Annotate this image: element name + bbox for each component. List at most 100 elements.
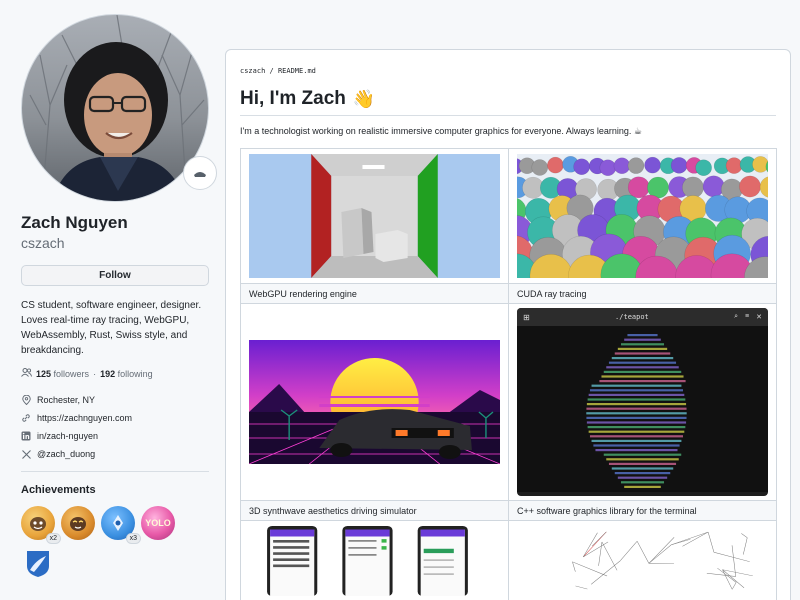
linkedin-link[interactable]: in/zach-nguyen xyxy=(37,431,98,441)
ascii-line-shape xyxy=(586,403,687,406)
sphere-shape xyxy=(627,157,645,174)
ascii-line-shape xyxy=(588,393,685,396)
starstruck-badge[interactable] xyxy=(61,506,95,540)
detail-location: Rochester, NY xyxy=(21,391,209,409)
project-cell-mobile xyxy=(240,520,509,600)
avatar-container xyxy=(21,14,217,202)
ascii-line-shape xyxy=(591,439,682,442)
ascii-line-shape xyxy=(624,338,661,341)
following-link[interactable]: 192 following xyxy=(100,369,153,379)
sphere-shape xyxy=(725,157,743,174)
close-icon[interactable]: ✕ xyxy=(756,313,762,321)
search-icon[interactable]: ⌕ xyxy=(734,313,738,321)
breadcrumb-user-link[interactable]: cszach xyxy=(240,67,265,75)
ascii-line-shape xyxy=(611,357,674,360)
profile-name: Zach Nguyen xyxy=(21,213,128,232)
following-count: 192 xyxy=(100,368,116,379)
project-caption: 3D synthwave aesthetics driving simulato… xyxy=(241,500,508,520)
ascii-line-shape xyxy=(601,375,684,378)
cuda-spheres-image[interactable] xyxy=(517,154,768,278)
followers-link[interactable]: 125 followers xyxy=(36,369,89,379)
breadcrumb: cszach / README.md xyxy=(240,67,316,75)
pull-shark-badge[interactable]: x2 xyxy=(21,506,61,544)
ascii-line-shape xyxy=(603,370,682,373)
x-icon xyxy=(21,449,31,459)
ascii-line-shape xyxy=(608,462,677,465)
detail-linkedin[interactable]: in/zach-nguyen xyxy=(21,427,209,445)
ascii-line-shape xyxy=(617,347,668,350)
ascii-line-shape xyxy=(603,453,682,456)
project-cell-map xyxy=(508,520,777,600)
arctic-badge[interactable] xyxy=(21,546,55,580)
table-row: WebGPU rendering engine CUDA ray tracing xyxy=(240,148,777,304)
quickdraw-badge[interactable]: x3 xyxy=(101,506,141,544)
webgpu-cornell-box-image[interactable] xyxy=(249,154,500,278)
ascii-line-shape xyxy=(586,407,687,410)
following-label: following xyxy=(117,368,153,379)
badge-multiplier: x3 xyxy=(125,533,141,544)
mobile-app-image[interactable] xyxy=(249,526,500,596)
detail-x[interactable]: @zach_duong xyxy=(21,445,209,463)
sphere-shape xyxy=(613,157,631,175)
ascii-line-shape xyxy=(620,481,665,484)
project-image-wrap xyxy=(509,521,776,600)
profile-details: Rochester, NY https://zachnguyen.com in/… xyxy=(21,391,209,463)
readme-heading: Hi, I'm Zach 👋 xyxy=(240,88,375,110)
synthwave-car-image[interactable] xyxy=(249,340,500,464)
status-emoji-icon[interactable] xyxy=(183,156,217,190)
achievements-title: Achievements xyxy=(21,484,96,496)
ascii-line-shape xyxy=(606,366,679,369)
ascii-line-shape xyxy=(595,449,678,452)
ascii-line-shape xyxy=(587,426,686,429)
profile-username: cszach xyxy=(21,235,65,251)
project-cell-terminal: ⊞ ./teapot ⌕ ≡ ✕ C++ software graphics l… xyxy=(508,303,777,521)
ascii-line-shape xyxy=(588,430,685,433)
sphere-shape xyxy=(702,175,725,198)
sphere-shape xyxy=(695,159,712,176)
sidebar-divider xyxy=(21,471,209,472)
x-link[interactable]: @zach_duong xyxy=(37,449,95,459)
terminal-titlebar: ⊞ ./teapot ⌕ ≡ ✕ xyxy=(517,308,768,326)
project-image-wrap xyxy=(241,149,508,283)
menu-icon[interactable]: ≡ xyxy=(745,313,749,321)
ascii-line-shape xyxy=(614,352,671,355)
ascii-line-shape xyxy=(593,444,680,447)
project-caption: CUDA ray tracing xyxy=(509,283,776,303)
ascii-line-shape xyxy=(586,416,687,419)
website-link[interactable]: https://zachnguyen.com xyxy=(37,413,132,423)
sphere-shape xyxy=(627,176,650,199)
table-row xyxy=(240,520,777,600)
location-text: Rochester, NY xyxy=(37,395,96,405)
sphere-shape xyxy=(739,175,761,198)
breadcrumb-file-link[interactable]: README.md xyxy=(278,67,316,75)
new-tab-icon[interactable]: ⊞ xyxy=(523,313,530,322)
project-image-wrap xyxy=(509,149,776,283)
readme-card: cszach / README.md Hi, I'm Zach 👋 I'm a … xyxy=(225,49,791,600)
follow-button[interactable]: Follow xyxy=(21,265,209,286)
achievements-badges: x2 x3 YOLO xyxy=(21,506,191,580)
ascii-line-shape xyxy=(627,334,658,337)
terminal-teapot-image[interactable]: ⊞ ./teapot ⌕ ≡ ✕ xyxy=(517,308,768,496)
separator-dot: · xyxy=(93,368,97,379)
ascii-line-shape xyxy=(617,476,668,479)
ascii-line-shape xyxy=(606,458,679,461)
yolo-badge[interactable]: YOLO xyxy=(141,506,175,540)
sphere-shape xyxy=(670,157,688,174)
project-cell-webgpu: WebGPU rendering engine xyxy=(240,148,509,304)
project-image-wrap xyxy=(241,304,508,500)
terminal-title: ./teapot xyxy=(615,313,649,321)
detail-website[interactable]: https://zachnguyen.com xyxy=(21,409,209,427)
heading-text: Hi, I'm Zach xyxy=(240,88,346,109)
followers-label: followers xyxy=(53,368,90,379)
linkedin-icon xyxy=(21,431,31,441)
project-caption: C++ software graphics library for the te… xyxy=(509,500,776,520)
project-image-wrap: ⊞ ./teapot ⌕ ≡ ✕ xyxy=(509,304,776,500)
heading-divider xyxy=(240,115,776,116)
project-cell-cuda: CUDA ray tracing xyxy=(508,148,777,304)
wave-icon: 👋 xyxy=(352,88,376,109)
table-row: 3D synthwave aesthetics driving simulato… xyxy=(240,303,777,521)
avatar[interactable] xyxy=(21,14,209,202)
followers-row: 125 followers · 192 following xyxy=(21,368,209,379)
map-graph-image[interactable] xyxy=(517,526,768,596)
sphere-shape xyxy=(644,156,661,174)
